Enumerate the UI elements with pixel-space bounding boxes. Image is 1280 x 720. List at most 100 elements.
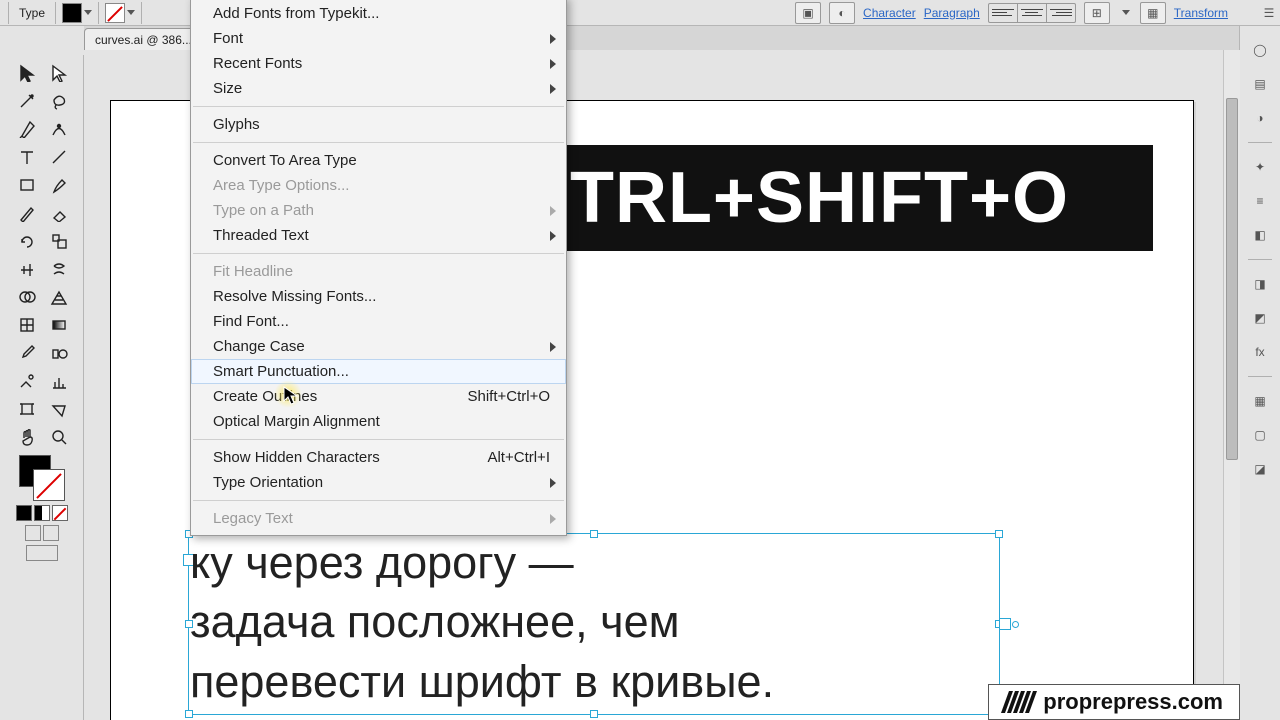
mesh-tool[interactable] — [11, 311, 43, 339]
eraser-tool[interactable] — [43, 199, 75, 227]
menu-item-label: Recent Fonts — [213, 55, 302, 72]
draw-behind[interactable] — [43, 525, 59, 541]
menu-item-convert-to-area-type[interactable]: Convert To Area Type — [191, 148, 566, 173]
transform-panel-link[interactable]: Transform — [1174, 6, 1228, 20]
menu-item-label: Legacy Text — [213, 510, 293, 527]
canvas-text-block: ку через дорогу —задача посложнее, чемпе… — [190, 533, 1000, 711]
pencil-tool[interactable] — [11, 199, 43, 227]
menu-item-label: Resolve Missing Fonts... — [213, 288, 376, 305]
menu-item-optical-margin-alignment[interactable]: Optical Margin Alignment — [191, 409, 566, 434]
gradient-panel-icon[interactable]: ◧ — [1246, 221, 1274, 249]
dashed-dropdown-icon[interactable] — [1118, 3, 1132, 23]
brushes-panel-icon[interactable]: ◑ — [1246, 104, 1274, 132]
menu-separator — [193, 253, 564, 254]
stroke-indicator[interactable] — [33, 469, 65, 501]
appearance-panel-icon[interactable]: ◩ — [1246, 304, 1274, 332]
menu-item-font[interactable]: Font — [191, 26, 566, 51]
pen-tool[interactable] — [11, 115, 43, 143]
symbol-sprayer-tool[interactable] — [11, 367, 43, 395]
gradient-tool[interactable] — [43, 311, 75, 339]
scale-tool[interactable] — [43, 227, 75, 255]
menu-item-size[interactable]: Size — [191, 76, 566, 101]
character-panel-link[interactable]: Character — [863, 6, 916, 20]
screen-mode-button[interactable] — [26, 545, 58, 561]
fill-swatch[interactable] — [60, 3, 94, 23]
menu-item-smart-punctuation[interactable]: Smart Punctuation... — [191, 359, 566, 384]
graph-tool[interactable] — [43, 367, 75, 395]
tool-mode-label: Type — [13, 6, 51, 20]
opacity-control-icon[interactable]: ▣ — [795, 2, 821, 24]
line-tool[interactable] — [43, 143, 75, 171]
scroll-thumb[interactable] — [1226, 98, 1238, 460]
dashed-box-icon[interactable]: ⊞ — [1084, 2, 1110, 24]
menu-item-label: Change Case — [213, 338, 305, 355]
grid-icon[interactable]: ▦ — [1140, 2, 1166, 24]
menu-item-label: Size — [213, 80, 242, 97]
handle-bottom-left[interactable] — [185, 710, 193, 718]
magic-wand-tool[interactable] — [11, 87, 43, 115]
paintbrush-tool[interactable] — [43, 171, 75, 199]
slice-tool[interactable] — [43, 395, 75, 423]
symbols-panel-icon[interactable]: ✦ — [1246, 153, 1274, 181]
artboard-tool[interactable] — [11, 395, 43, 423]
curvature-tool[interactable] — [43, 115, 75, 143]
links-panel-icon[interactable]: ◪ — [1246, 455, 1274, 483]
artboards-panel-icon[interactable]: ▢ — [1246, 421, 1274, 449]
menu-item-label: Add Fonts from Typekit... — [213, 5, 379, 22]
eyedropper-tool[interactable] — [11, 339, 43, 367]
menu-item-threaded-text[interactable]: Threaded Text — [191, 223, 566, 248]
fill-stroke-indicator[interactable] — [19, 455, 65, 501]
panel-menu-icon[interactable]: ☰ — [1262, 6, 1276, 20]
color-mode-fill[interactable] — [16, 505, 32, 521]
menu-item-type-orientation[interactable]: Type Orientation — [191, 470, 566, 495]
shape-builder-tool[interactable] — [11, 283, 43, 311]
type-menu-dropdown[interactable]: Add Fonts from Typekit... Font Recent Font… — [190, 0, 567, 536]
stroke-swatch[interactable] — [103, 3, 137, 23]
align-left-button[interactable] — [989, 4, 1018, 22]
selection-tool[interactable] — [11, 59, 43, 87]
menu-item-label: Smart Punctuation... — [213, 363, 349, 380]
menu-separator — [193, 106, 564, 107]
hand-tool[interactable] — [11, 423, 43, 451]
vertical-scrollbar[interactable] — [1223, 50, 1240, 720]
align-center-button[interactable] — [1018, 4, 1047, 22]
zoom-tool[interactable] — [43, 423, 75, 451]
menu-item-add-fonts-from-typekit[interactable]: Add Fonts from Typekit... — [191, 1, 566, 26]
layers-panel-icon[interactable]: ▦ — [1246, 387, 1274, 415]
text-out-port[interactable] — [999, 618, 1011, 630]
lasso-tool[interactable] — [43, 87, 75, 115]
color-mode-none[interactable] — [52, 505, 68, 521]
stroke-panel-icon[interactable]: ≡ — [1246, 187, 1274, 215]
menu-item-fit-headline: Fit Headline — [191, 259, 566, 284]
menu-item-recent-fonts[interactable]: Recent Fonts — [191, 51, 566, 76]
warp-tool[interactable] — [43, 255, 75, 283]
paragraph-panel-link[interactable]: Paragraph — [924, 6, 980, 20]
menu-item-resolve-missing-fonts[interactable]: Resolve Missing Fonts... — [191, 284, 566, 309]
color-panel-icon[interactable]: ◯ — [1246, 36, 1274, 64]
menu-item-show-hidden-characters[interactable]: Show Hidden CharactersAlt+Ctrl+I — [191, 445, 566, 470]
handle-bottom-mid[interactable] — [590, 710, 598, 718]
menu-item-label: Show Hidden Characters — [213, 449, 380, 466]
blend-tool[interactable] — [43, 339, 75, 367]
menu-item-find-font[interactable]: Find Font... — [191, 309, 566, 334]
color-mode-gradient[interactable] — [34, 505, 50, 521]
align-right-button[interactable] — [1047, 4, 1075, 22]
recolor-icon[interactable]: ◐ — [829, 2, 855, 24]
menu-item-create-outlines[interactable]: Create OutlinesShift+Ctrl+O — [191, 384, 566, 409]
rotate-tool[interactable] — [11, 227, 43, 255]
graphic-styles-panel-icon[interactable]: fx — [1246, 338, 1274, 366]
menu-item-legacy-text: Legacy Text — [191, 506, 566, 531]
rectangle-tool[interactable] — [11, 171, 43, 199]
transparency-panel-icon[interactable]: ◨ — [1246, 270, 1274, 298]
direct-selection-tool[interactable] — [43, 59, 75, 87]
menu-item-label: Type on a Path — [213, 202, 314, 219]
perspective-grid-tool[interactable] — [43, 283, 75, 311]
menu-item-glyphs[interactable]: Glyphs — [191, 112, 566, 137]
menu-item-change-case[interactable]: Change Case — [191, 334, 566, 359]
menu-item-label: Glyphs — [213, 116, 260, 133]
draw-normal[interactable] — [25, 525, 41, 541]
type-tool[interactable] — [11, 143, 43, 171]
width-tool[interactable] — [11, 255, 43, 283]
swatches-panel-icon[interactable]: ▤ — [1246, 70, 1274, 98]
tools-panel — [0, 55, 84, 720]
